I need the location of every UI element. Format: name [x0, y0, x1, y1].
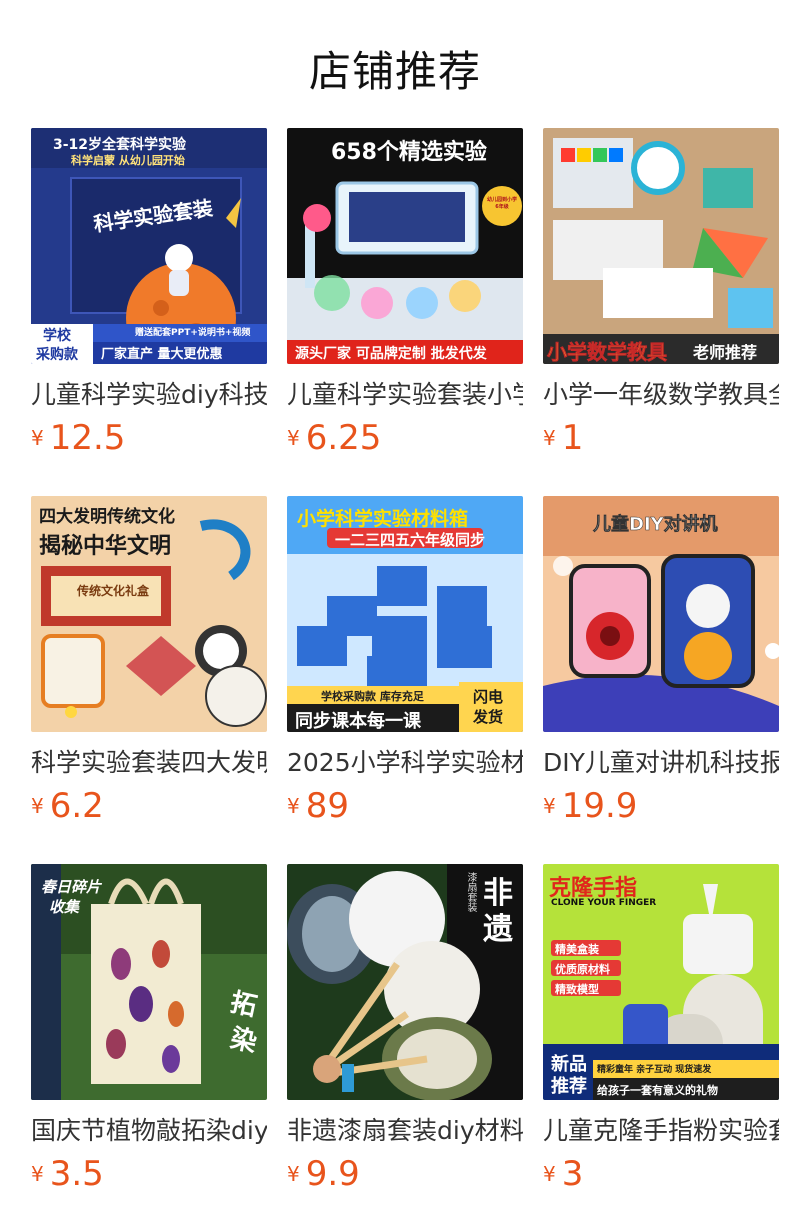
price-amount: 6.25	[305, 418, 382, 458]
currency-symbol: ¥	[287, 794, 300, 818]
product-image[interactable]: 3-12岁全套科学实验 科学启蒙 从幼儿园开始 科学实验套装 学校 采购款 赠送…	[31, 128, 267, 364]
image-caption: 658个精选实验	[331, 140, 487, 165]
product-card[interactable]: 四大发明传统文化 揭秘中华文明 传统文化礼盒 科学实验套装四大发明 ¥6.2	[31, 496, 267, 826]
product-name[interactable]: 儿童克隆手指粉实验套	[543, 1116, 779, 1146]
price-amount: 1	[561, 418, 584, 458]
image-caption: 同步课本每一课	[295, 711, 421, 732]
product-name[interactable]: 科学实验套装四大发明	[31, 748, 267, 778]
image-caption: 儿童DIY对讲机	[593, 514, 718, 536]
currency-symbol: ¥	[543, 1162, 556, 1186]
product-name[interactable]: 儿童科学实验套装小学	[287, 380, 523, 410]
product-card[interactable]: 3-12岁全套科学实验 科学启蒙 从幼儿园开始 科学实验套装 学校 采购款 赠送…	[31, 128, 267, 458]
currency-symbol: ¥	[287, 426, 300, 450]
image-caption: 推荐	[551, 1076, 587, 1097]
image-caption: 幼儿园到小学6年级	[487, 197, 518, 210]
product-price: ¥6.25	[287, 418, 523, 458]
image-caption: 收集	[49, 898, 80, 916]
image-caption: 精彩童年 亲子互动 现货速发	[597, 1065, 712, 1075]
image-caption: 厂家直产 量大更优惠	[101, 347, 223, 362]
product-name[interactable]: 儿童科学实验diy科技	[31, 380, 267, 410]
image-caption: 精致模型	[555, 983, 599, 996]
product-card[interactable]: 春日碎片 收集 拓 染 国庆节植物敲拓染diy ¥3.5	[31, 864, 267, 1194]
currency-symbol: ¥	[543, 794, 556, 818]
image-caption: 揭秘中华文明	[39, 533, 172, 559]
image-caption: 小学数学教具	[547, 340, 668, 364]
currency-symbol: ¥	[543, 426, 556, 450]
currency-symbol: ¥	[31, 1162, 44, 1186]
product-price: ¥12.5	[31, 418, 267, 458]
price-amount: 6.2	[49, 786, 104, 826]
product-card[interactable]: 非 遗 漆扇套装 非遗漆扇套装diy材料 ¥9.9	[287, 864, 523, 1194]
price-amount: 3	[561, 1154, 584, 1194]
product-price: ¥19.9	[543, 786, 779, 826]
product-price: ¥89	[287, 786, 523, 826]
image-caption: 优质原材料	[555, 963, 610, 976]
product-price: ¥3.5	[31, 1154, 267, 1194]
product-image[interactable]: 非 遗 漆扇套装	[287, 864, 523, 1100]
image-caption: 源头厂家 可品牌定制 批发代发	[295, 346, 487, 362]
product-image[interactable]: 658个精选实验 幼儿园到小学6年级 源头厂家 可品牌定制 批发代发	[287, 128, 523, 364]
product-card[interactable]: 克隆手指 CLONE YOUR FINGER 精美盒装 优质原材料 精致模型 新…	[543, 864, 779, 1194]
image-caption: 漆扇套装	[465, 872, 476, 912]
product-name[interactable]: DIY儿童对讲机科技报	[543, 748, 779, 778]
product-card[interactable]: 小学科学实验材料箱 一二三四五六年级同步 学校采购款 库存充足 同步课本每一课 …	[287, 496, 523, 826]
image-caption: 春日碎片	[41, 878, 102, 896]
image-caption: 传统文化礼盒	[77, 584, 150, 598]
price-amount: 89	[305, 786, 349, 826]
image-caption: 四大发明传统文化	[39, 507, 175, 527]
product-image[interactable]: 克隆手指 CLONE YOUR FINGER 精美盒装 优质原材料 精致模型 新…	[543, 864, 779, 1100]
product-image[interactable]: 春日碎片 收集 拓 染	[31, 864, 267, 1100]
currency-symbol: ¥	[31, 794, 44, 818]
product-image[interactable]: 小学数学教具 老师推荐	[543, 128, 779, 364]
image-caption: 闪电	[473, 688, 504, 706]
product-price: ¥3	[543, 1154, 779, 1194]
image-caption: 学校采购款 库存充足	[321, 690, 424, 703]
image-caption: 小学科学实验材料箱	[297, 508, 469, 530]
product-price: ¥1	[543, 418, 779, 458]
product-image[interactable]: 儿童DIY对讲机	[543, 496, 779, 732]
image-caption: CLONE YOUR FINGER	[551, 898, 657, 908]
image-caption: 遗	[483, 912, 513, 947]
image-caption: 赠送配套PPT+说明书+视频	[135, 328, 251, 338]
product-name[interactable]: 国庆节植物敲拓染diy	[31, 1116, 267, 1146]
price-amount: 19.9	[561, 786, 638, 826]
product-name[interactable]: 小学一年级数学教具全	[543, 380, 779, 410]
price-amount: 12.5	[49, 418, 126, 458]
image-caption: 发货	[473, 708, 504, 726]
image-caption: 给孩子一套有意义的礼物	[597, 1084, 718, 1097]
image-caption: 老师推荐	[693, 343, 758, 362]
product-price: ¥6.2	[31, 786, 267, 826]
image-caption: 3-12岁全套科学实验	[53, 137, 187, 153]
price-amount: 9.9	[305, 1154, 360, 1194]
product-card[interactable]: 小学数学教具 老师推荐 小学一年级数学教具全 ¥1	[543, 128, 779, 458]
page-title: 店铺推荐	[308, 47, 481, 96]
currency-symbol: ¥	[287, 1162, 300, 1186]
image-caption: 采购款	[36, 347, 78, 363]
product-image[interactable]: 小学科学实验材料箱 一二三四五六年级同步 学校采购款 库存充足 同步课本每一课 …	[287, 496, 523, 732]
image-caption: 精美盒装	[555, 943, 599, 956]
price-amount: 3.5	[49, 1154, 104, 1194]
product-name[interactable]: 2025小学科学实验材料	[287, 748, 523, 778]
product-price: ¥9.9	[287, 1154, 523, 1194]
currency-symbol: ¥	[31, 426, 44, 450]
image-caption: 科学启蒙 从幼儿园开始	[71, 154, 185, 167]
product-image[interactable]: 四大发明传统文化 揭秘中华文明 传统文化礼盒	[31, 496, 267, 732]
product-name[interactable]: 非遗漆扇套装diy材料	[287, 1116, 523, 1146]
product-card[interactable]: 儿童DIY对讲机 DIY儿童对讲机科技报 ¥19.9	[543, 496, 779, 826]
image-caption: 一二三四五六年级同步	[335, 531, 486, 549]
product-card[interactable]: 658个精选实验 幼儿园到小学6年级 源头厂家 可品牌定制 批发代发 儿童科学实…	[287, 128, 523, 458]
image-caption: 学校	[43, 328, 71, 344]
